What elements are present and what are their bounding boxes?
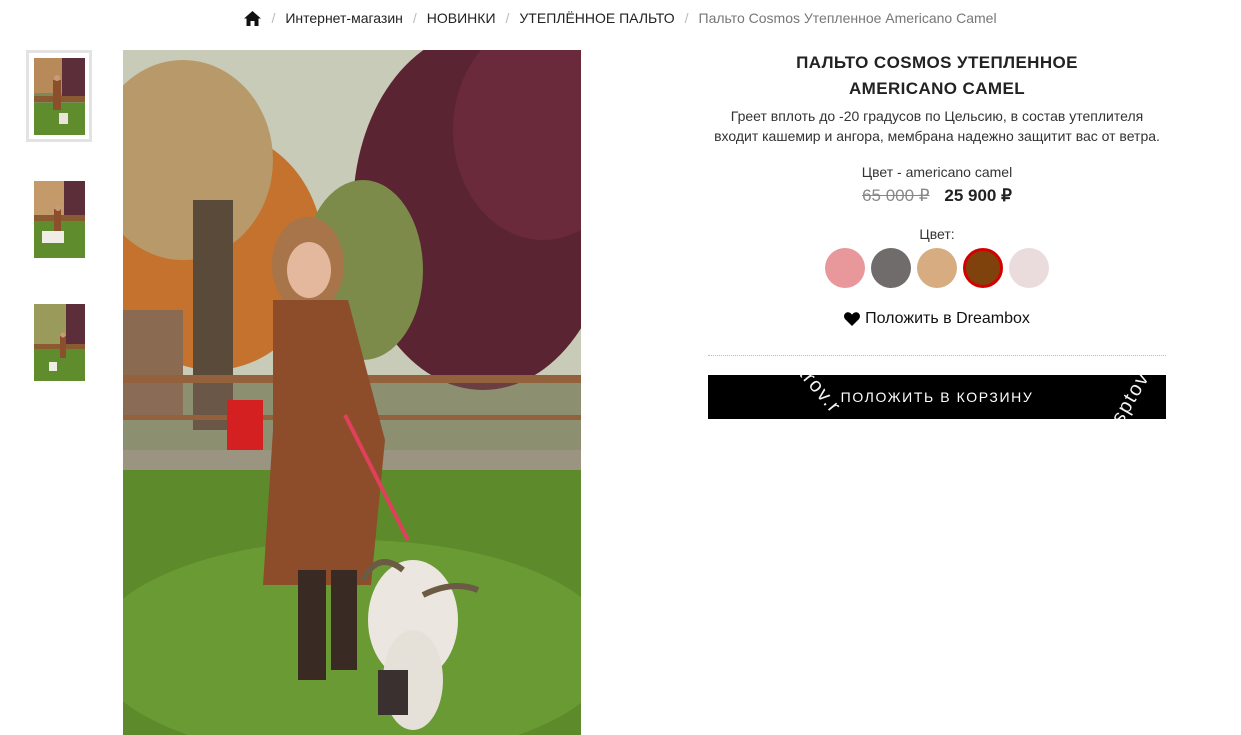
divider (708, 355, 1166, 356)
product-color-name: Цвет - americano camel (861, 164, 1013, 180)
breadcrumb-link-new[interactable]: НОВИНКИ (427, 10, 496, 26)
add-to-dreambox-link[interactable]: Положить в Dreambox (844, 310, 1030, 328)
color-label: Цвет: (919, 226, 955, 242)
color-swatch-light-pink[interactable] (1009, 248, 1049, 288)
product-description: Греет вплоть до -20 градусов по Цельсию,… (714, 108, 1160, 144)
heart-icon (844, 312, 861, 326)
dreambox-label: Положить в Dreambox (865, 310, 1030, 327)
thumbnail-1[interactable] (26, 50, 92, 142)
color-swatch-beige[interactable] (917, 248, 957, 288)
home-icon[interactable] (244, 10, 262, 26)
thumbnail-2[interactable] (26, 173, 92, 265)
thumbnail-gallery (26, 50, 92, 419)
old-price: 65 000 ₽ (862, 186, 930, 205)
breadcrumb-separator: / (412, 10, 417, 26)
watermark-left: arov.r (790, 375, 846, 418)
breadcrumb-separator: / (505, 10, 510, 26)
thumbnail-3[interactable] (26, 296, 92, 388)
add-to-cart-label: ПОЛОЖИТЬ В КОРЗИНУ (840, 389, 1034, 405)
breadcrumb-separator: / (684, 10, 689, 26)
add-to-cart-button[interactable]: arov.r ПОЛОЖИТЬ В КОРЗИНУ sptova (708, 375, 1166, 419)
breadcrumb-link-shop[interactable]: Интернет-магазин (285, 10, 403, 26)
breadcrumb-link-coat[interactable]: УТЕПЛЁННОЕ ПАЛЬТО (519, 10, 674, 26)
breadcrumb-separator: / (271, 10, 276, 26)
product-info: ПАЛЬТО COSMOS УТЕПЛЕННОЕ AMERICANO CAMEL… (708, 50, 1166, 419)
color-swatches (708, 248, 1166, 288)
price-block: 65 000 ₽ 25 900 ₽ (708, 186, 1166, 206)
product-title: ПАЛЬТО COSMOS УТЕПЛЕННОЕ AMERICANO CAMEL (796, 53, 1078, 98)
color-swatch-pink[interactable] (825, 248, 865, 288)
breadcrumb-current: Пальто Cosmos Утепленное Americano Camel (698, 10, 997, 26)
new-price: 25 900 ₽ (944, 186, 1012, 205)
color-swatch-camel[interactable] (963, 248, 1003, 288)
color-swatch-gray[interactable] (871, 248, 911, 288)
product-main-image[interactable] (123, 50, 581, 735)
breadcrumb: / Интернет-магазин / НОВИНКИ / УТЕПЛЁННО… (0, 8, 1241, 28)
watermark-right: sptova (1107, 375, 1161, 419)
